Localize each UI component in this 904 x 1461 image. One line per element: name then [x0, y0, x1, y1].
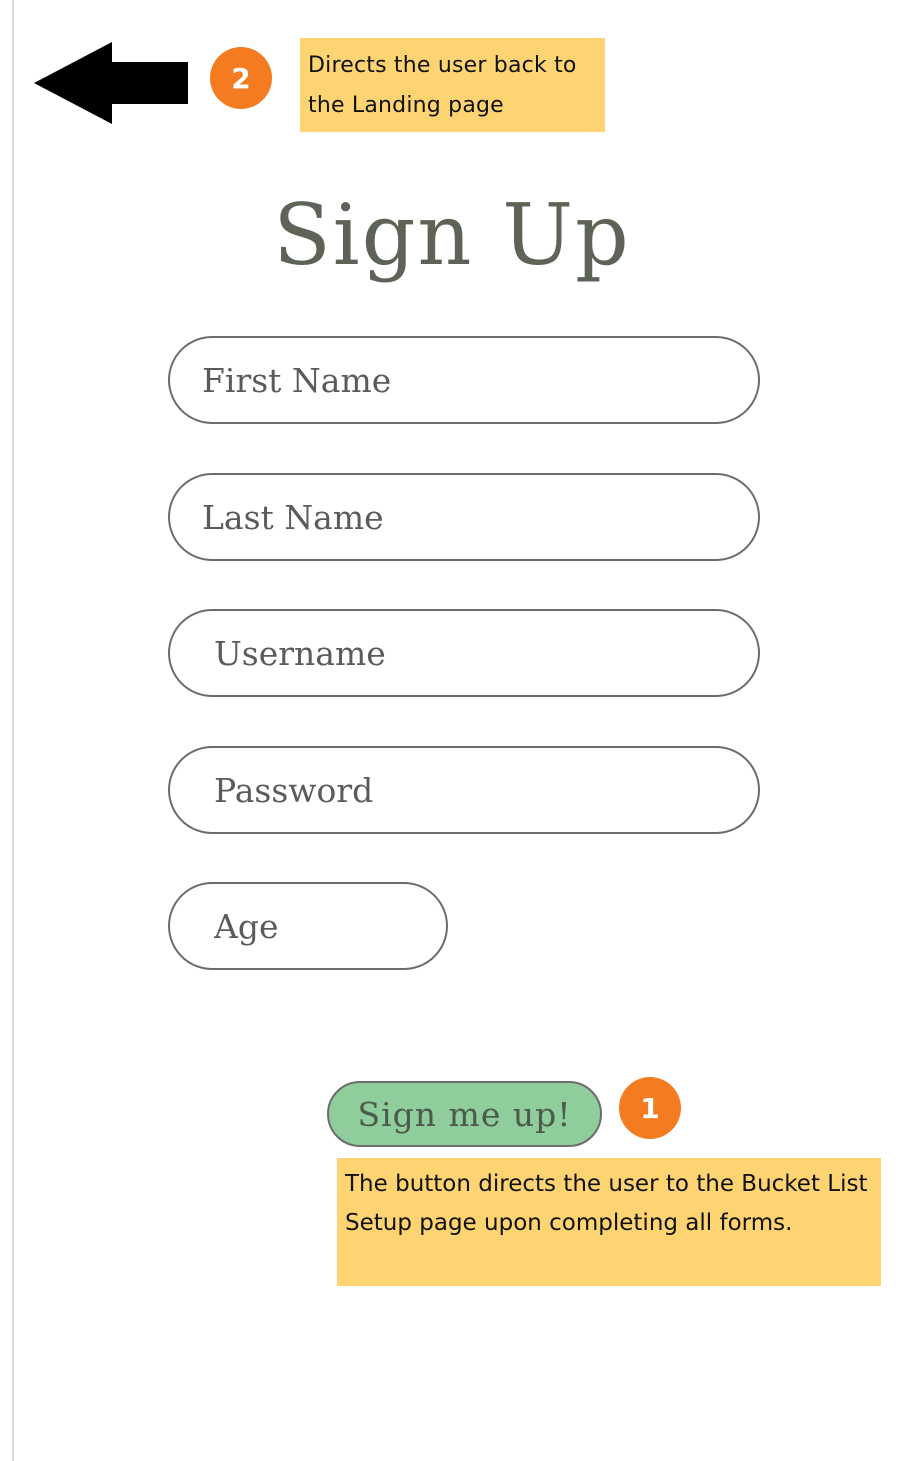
- back-arrow-icon[interactable]: [34, 42, 190, 124]
- last-name-input[interactable]: [168, 473, 760, 561]
- page-title: Sign Up: [273, 186, 631, 284]
- annotation-badge-1: 1: [619, 1077, 681, 1139]
- sign-me-up-button[interactable]: Sign me up!: [327, 1081, 602, 1147]
- annotation-note-back: Directs the user back to the Landing pag…: [300, 38, 605, 132]
- annotation-note-submit: The button directs the user to the Bucke…: [337, 1158, 881, 1286]
- first-name-input[interactable]: [168, 336, 760, 424]
- username-input[interactable]: [168, 609, 760, 697]
- age-input[interactable]: [168, 882, 448, 970]
- password-input[interactable]: [168, 746, 760, 834]
- annotation-badge-2: 2: [210, 47, 272, 109]
